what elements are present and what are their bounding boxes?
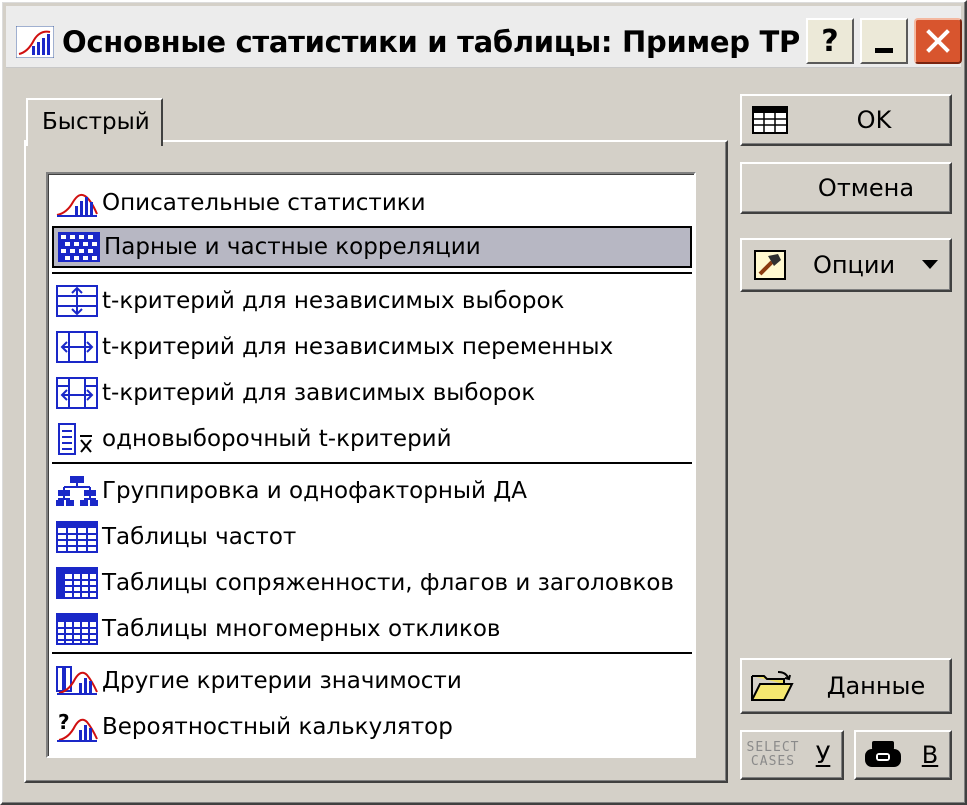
list-item-probability-calculator[interactable]: ? Вероятностный калькулятор <box>52 706 692 748</box>
list-item-label: t-критерий для независимых переменных <box>102 334 614 360</box>
breakdown-icon <box>52 473 102 509</box>
list-item-label: Описательные статистики <box>102 190 426 216</box>
cancel-label: Отмена <box>817 174 915 202</box>
list-item-label: t-критерий для независимых выборок <box>102 288 565 314</box>
title-bar[interactable]: Основные статистики и таблицы: Пример ТР… <box>6 6 962 68</box>
tab-joint <box>28 139 161 143</box>
close-icon <box>926 29 950 53</box>
ok-label: OK <box>856 106 892 134</box>
dropdown-arrow-icon <box>910 260 950 270</box>
ok-table-icon <box>742 106 798 134</box>
group-separator <box>52 272 692 274</box>
list-item-correlations[interactable]: Парные и частные корреляции <box>52 226 692 268</box>
descriptive-stats-icon <box>52 185 102 221</box>
select-cases-icon: SELECT CASES <box>742 741 804 769</box>
correlation-matrix-icon <box>54 229 104 265</box>
minimize-icon <box>875 47 893 53</box>
one-sample-t-icon <box>52 421 102 457</box>
other-tests-icon <box>52 663 102 699</box>
printer-icon <box>856 740 910 770</box>
select-cases-bottom-text: CASES <box>750 754 796 769</box>
print-key: В <box>921 741 939 769</box>
list-item-label: Таблицы сопряженности, флагов и заголовк… <box>102 570 674 596</box>
t-test-groups-icon <box>52 283 102 319</box>
list-item-one-sample-t[interactable]: одновыборочный t-критерий <box>52 418 692 460</box>
list-item-other-tests[interactable]: Другие критерии значимости <box>52 660 692 702</box>
multiple-response-icon <box>52 611 102 647</box>
list-item-multiple-response[interactable]: Таблицы многомерных откликов <box>52 608 692 650</box>
list-item-label: одновыборочный t-критерий <box>102 426 452 452</box>
help-button[interactable]: ? <box>806 18 854 64</box>
minimize-button[interactable] <box>860 18 908 64</box>
list-item-descriptive-stats[interactable]: Описательные статистики <box>52 182 692 224</box>
list-item-label: Парные и частные корреляции <box>104 234 481 260</box>
list-item-label: Таблицы многомерных откликов <box>102 616 501 642</box>
close-button[interactable] <box>914 18 962 64</box>
options-hammer-icon <box>742 250 798 280</box>
list-item-crosstabs[interactable]: Таблицы сопряженности, флагов и заголовк… <box>52 562 692 604</box>
list-item-frequency-tables[interactable]: Таблицы частот <box>52 516 692 558</box>
options-label: Опции <box>812 251 896 279</box>
list-item-t-test-dependent[interactable]: t-критерий для зависимых выборок <box>52 372 692 414</box>
frequency-table-icon <box>52 519 102 555</box>
probability-calculator-icon: ? <box>52 709 102 745</box>
list-item-label: Другие критерии значимости <box>102 668 462 694</box>
crosstab-icon <box>52 565 102 601</box>
list-item-label: Вероятностный калькулятор <box>102 714 453 740</box>
group-separator <box>52 652 692 654</box>
t-test-dependent-icon <box>52 375 102 411</box>
list-item-label: t-критерий для зависимых выборок <box>102 380 536 406</box>
options-button[interactable]: Опции <box>740 238 952 292</box>
folder-open-icon <box>742 670 802 702</box>
list-item-breakdown[interactable]: Группировка и однофакторный ДА <box>52 470 692 512</box>
ok-button[interactable]: OK <box>740 94 952 146</box>
group-separator <box>52 462 692 464</box>
data-label: Данные <box>826 672 926 700</box>
t-test-variables-icon <box>52 329 102 365</box>
svg-text:?: ? <box>58 711 70 734</box>
analysis-list[interactable]: Описательные статистики Парные и частные… <box>46 172 696 758</box>
list-item-t-test-variables[interactable]: t-критерий для независимых переменных <box>52 326 692 368</box>
data-button[interactable]: Данные <box>740 658 952 714</box>
cancel-button[interactable]: Отмена <box>740 162 952 214</box>
list-item-label: Таблицы частот <box>102 524 297 550</box>
dialog-window: Основные статистики и таблицы: Пример ТР… <box>0 0 967 805</box>
select-cases-top-text: SELECT <box>746 740 800 755</box>
window-title: Основные статистики и таблицы: Пример ТР… <box>62 25 802 59</box>
print-button[interactable]: В <box>854 730 952 780</box>
select-cases-button[interactable]: SELECT CASES У <box>740 730 844 780</box>
select-cases-key: У <box>815 741 831 769</box>
app-chart-icon <box>15 25 55 59</box>
list-item-label: Группировка и однофакторный ДА <box>102 478 528 504</box>
list-item-t-test-groups[interactable]: t-критерий для независимых выборок <box>52 280 692 322</box>
